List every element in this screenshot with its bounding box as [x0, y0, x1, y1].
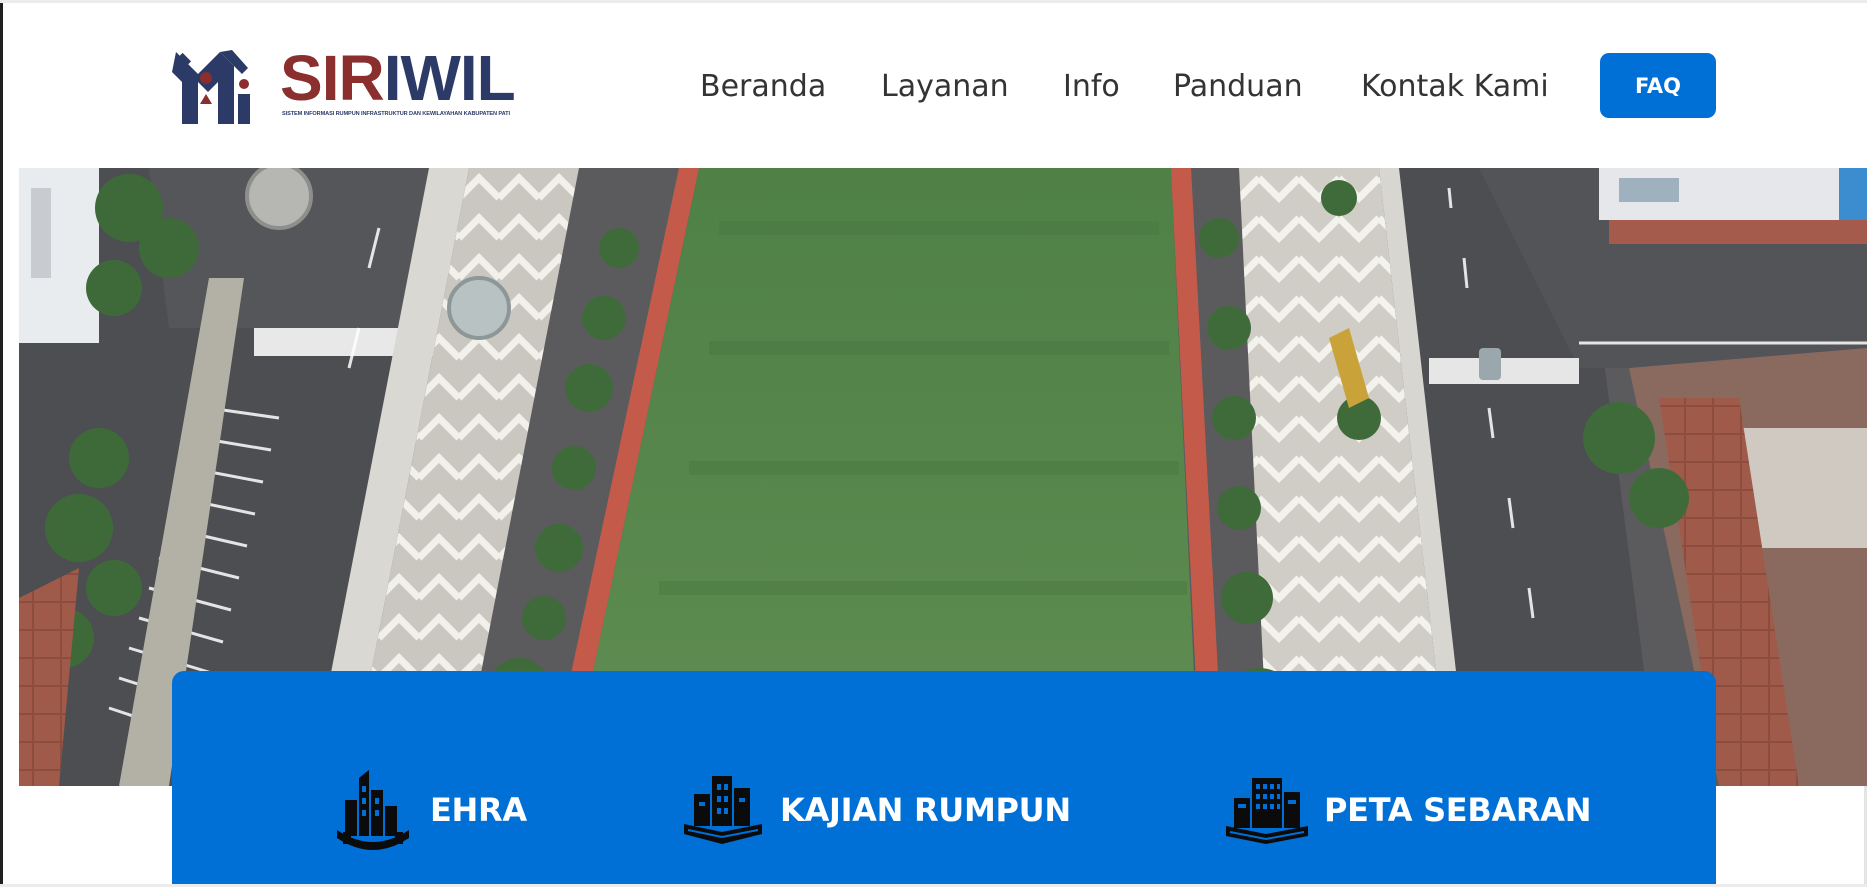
nav-layanan[interactable]: Layanan: [881, 69, 1009, 105]
services-panel: EHRA KAJIAN RUMPUN PETA SEBARAN: [172, 671, 1716, 887]
nav-info[interactable]: Info: [1063, 69, 1120, 105]
buildings-book-icon: [680, 767, 766, 853]
service-kajian-rumpun-label: KAJIAN RUMPUN: [780, 791, 1071, 829]
service-ehra-label: EHRA: [430, 791, 527, 829]
nav-beranda[interactable]: Beranda: [700, 69, 826, 105]
nav-kontak-kami[interactable]: Kontak Kami: [1361, 69, 1549, 105]
site-header: SIRIWIL SISTEM INFORMASI RUMPUN INFRASTR…: [16, 3, 1867, 168]
main-nav: Beranda Layanan Info Panduan Kontak Kami…: [16, 3, 1867, 168]
faq-button[interactable]: FAQ: [1600, 53, 1716, 118]
city-skyline-icon: [330, 767, 416, 853]
service-peta-sebaran[interactable]: PETA SEBARAN: [1224, 767, 1592, 853]
service-peta-sebaran-label: PETA SEBARAN: [1324, 791, 1592, 829]
nav-panduan[interactable]: Panduan: [1173, 69, 1303, 105]
building-book-icon: [1224, 767, 1310, 853]
service-kajian-rumpun[interactable]: KAJIAN RUMPUN: [680, 767, 1071, 853]
service-ehra[interactable]: EHRA: [330, 767, 527, 853]
